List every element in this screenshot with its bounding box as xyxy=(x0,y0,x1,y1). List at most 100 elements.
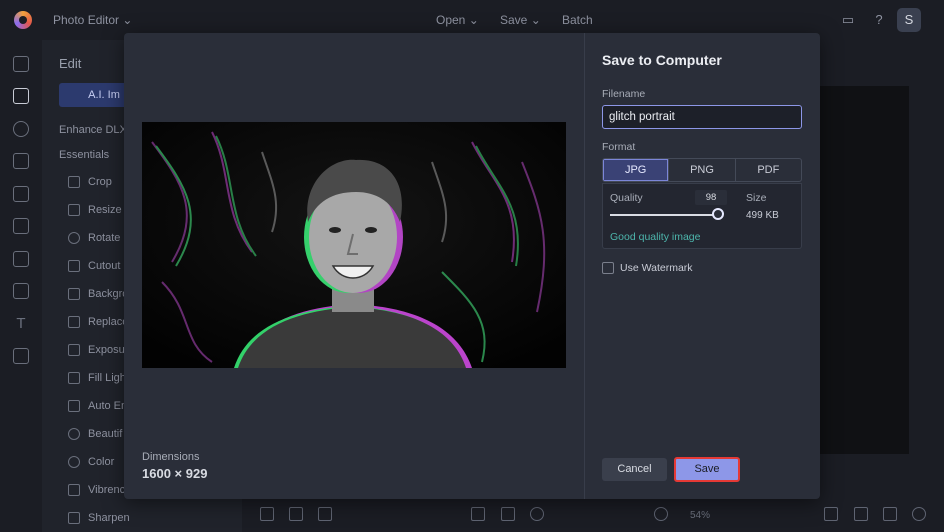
save-dialog: Dimensions 1600 × 929 Save to Computer F… xyxy=(124,33,820,499)
rotate-icon xyxy=(68,232,80,244)
touchup-icon[interactable] xyxy=(13,186,29,202)
layers-icon[interactable] xyxy=(260,507,274,521)
textures-icon[interactable] xyxy=(13,283,29,299)
background-icon xyxy=(68,288,80,300)
tool-auto-enhance[interactable]: Auto En xyxy=(68,400,127,412)
sparkle-icon xyxy=(68,428,80,440)
tool-crop[interactable]: Crop xyxy=(68,176,112,188)
eye-icon[interactable] xyxy=(13,121,29,137)
quality-label: Quality xyxy=(610,192,643,204)
brush-icon xyxy=(68,316,80,328)
tool-resize[interactable]: Resize xyxy=(68,204,122,216)
essentials-section: Essentials xyxy=(59,149,110,161)
watermark-label: Use Watermark xyxy=(620,262,693,274)
exposure-icon xyxy=(68,344,80,356)
crop-icon xyxy=(68,176,80,188)
save-menu[interactable]: Save ⌄ xyxy=(500,13,541,27)
triangle-icon xyxy=(68,512,80,524)
resize-icon xyxy=(68,204,80,216)
actual-size-icon[interactable] xyxy=(501,507,515,521)
graphics-icon[interactable] xyxy=(13,251,29,267)
refresh-icon[interactable] xyxy=(824,507,838,521)
quality-panel: Quality 98 Size 499 KB Good quality imag… xyxy=(602,183,802,249)
app-name-dropdown[interactable]: Photo Editor ⌄ xyxy=(53,13,132,27)
tool-replace[interactable]: Replace xyxy=(68,316,128,328)
compare-icon[interactable] xyxy=(289,507,303,521)
tool-label: Rotate xyxy=(88,232,121,244)
app-name-label: Photo Editor xyxy=(53,13,120,27)
wand-icon xyxy=(68,400,80,412)
quality-value-input[interactable]: 98 xyxy=(695,190,727,205)
vibrance-icon xyxy=(68,484,80,496)
zoom-level: 54% xyxy=(690,510,711,521)
open-menu-label: Open xyxy=(436,13,466,27)
format-label: Format xyxy=(602,141,636,153)
tool-exposure[interactable]: Exposu xyxy=(68,344,125,356)
help-icon[interactable]: ? xyxy=(871,12,887,28)
dimensions-label: Dimensions xyxy=(142,451,200,463)
chat-icon[interactable]: ▭ xyxy=(840,12,856,28)
tool-beautify[interactable]: Beautif xyxy=(68,428,122,440)
fit-icon[interactable] xyxy=(471,507,485,521)
open-menu[interactable]: Open ⌄ xyxy=(436,13,479,27)
dimensions-value: 1600 × 929 xyxy=(142,466,208,481)
batch-menu[interactable]: Batch xyxy=(562,13,593,27)
photo-icon[interactable] xyxy=(13,56,29,72)
design-icon[interactable] xyxy=(13,348,29,364)
tool-label: Resize xyxy=(88,204,122,216)
left-rail: T xyxy=(0,40,42,532)
app-logo-icon[interactable] xyxy=(14,11,32,29)
tool-sharpen[interactable]: Sharpen xyxy=(68,512,130,524)
zoom-out-icon[interactable] xyxy=(530,507,544,521)
preview-image xyxy=(142,122,566,368)
tool-label: Vibrenc xyxy=(88,484,126,496)
redo-icon[interactable] xyxy=(883,507,897,521)
grid-icon[interactable] xyxy=(318,507,332,521)
tool-label: Exposu xyxy=(88,344,125,356)
effects-icon[interactable] xyxy=(13,153,29,169)
bulb-icon xyxy=(68,372,80,384)
zoom-in-icon[interactable] xyxy=(654,507,668,521)
size-label: Size xyxy=(746,192,767,204)
tool-rotate[interactable]: Rotate xyxy=(68,232,120,244)
bottom-toolbar xyxy=(242,498,944,532)
cancel-button[interactable]: Cancel xyxy=(602,458,667,481)
tool-label: Replace xyxy=(88,316,129,328)
frames-icon[interactable] xyxy=(13,218,29,234)
avatar[interactable]: S xyxy=(897,8,921,32)
undo-icon[interactable] xyxy=(854,507,868,521)
tool-fill-light[interactable]: Fill Ligh xyxy=(68,372,126,384)
watermark-option[interactable]: Use Watermark xyxy=(602,262,693,274)
text-icon[interactable]: T xyxy=(13,316,29,332)
watermark-checkbox[interactable] xyxy=(602,262,614,274)
filename-input[interactable] xyxy=(602,105,802,129)
tool-color[interactable]: Color xyxy=(68,456,114,468)
quality-slider-thumb[interactable] xyxy=(711,208,724,220)
quality-slider-track[interactable] xyxy=(610,214,718,216)
format-selector: JPG PNG PDF xyxy=(602,158,802,182)
tool-label: Backgro xyxy=(88,288,129,300)
tool-vibrance[interactable]: Vibrenc xyxy=(68,484,125,496)
adjust-icon[interactable] xyxy=(13,88,29,104)
format-jpg-button[interactable]: JPG xyxy=(603,159,670,181)
tool-label: Sharpen xyxy=(88,512,130,524)
save-button[interactable]: Save xyxy=(674,457,740,482)
tool-label: Cutout xyxy=(88,260,121,272)
tool-label: Color xyxy=(88,456,115,468)
tool-label: Fill Ligh xyxy=(88,372,126,384)
tool-cutout[interactable]: Cutout xyxy=(68,260,120,272)
tool-label: Beautif xyxy=(88,428,123,440)
portrait-image xyxy=(142,122,566,368)
history-icon[interactable] xyxy=(912,507,926,521)
scissors-icon xyxy=(68,260,80,272)
enhance-dlx-item[interactable]: Enhance DLX xyxy=(59,124,127,136)
format-pdf-button[interactable]: PDF xyxy=(736,159,801,181)
tool-background[interactable]: Backgro xyxy=(68,288,128,300)
save-options: Save to Computer Filename Format JPG PNG… xyxy=(586,33,820,499)
palette-icon xyxy=(68,456,80,468)
panel-title: Edit xyxy=(59,56,82,71)
dialog-title: Save to Computer xyxy=(602,52,722,68)
canvas-area xyxy=(820,86,909,454)
save-menu-label: Save xyxy=(500,13,528,27)
format-png-button[interactable]: PNG xyxy=(669,159,736,181)
